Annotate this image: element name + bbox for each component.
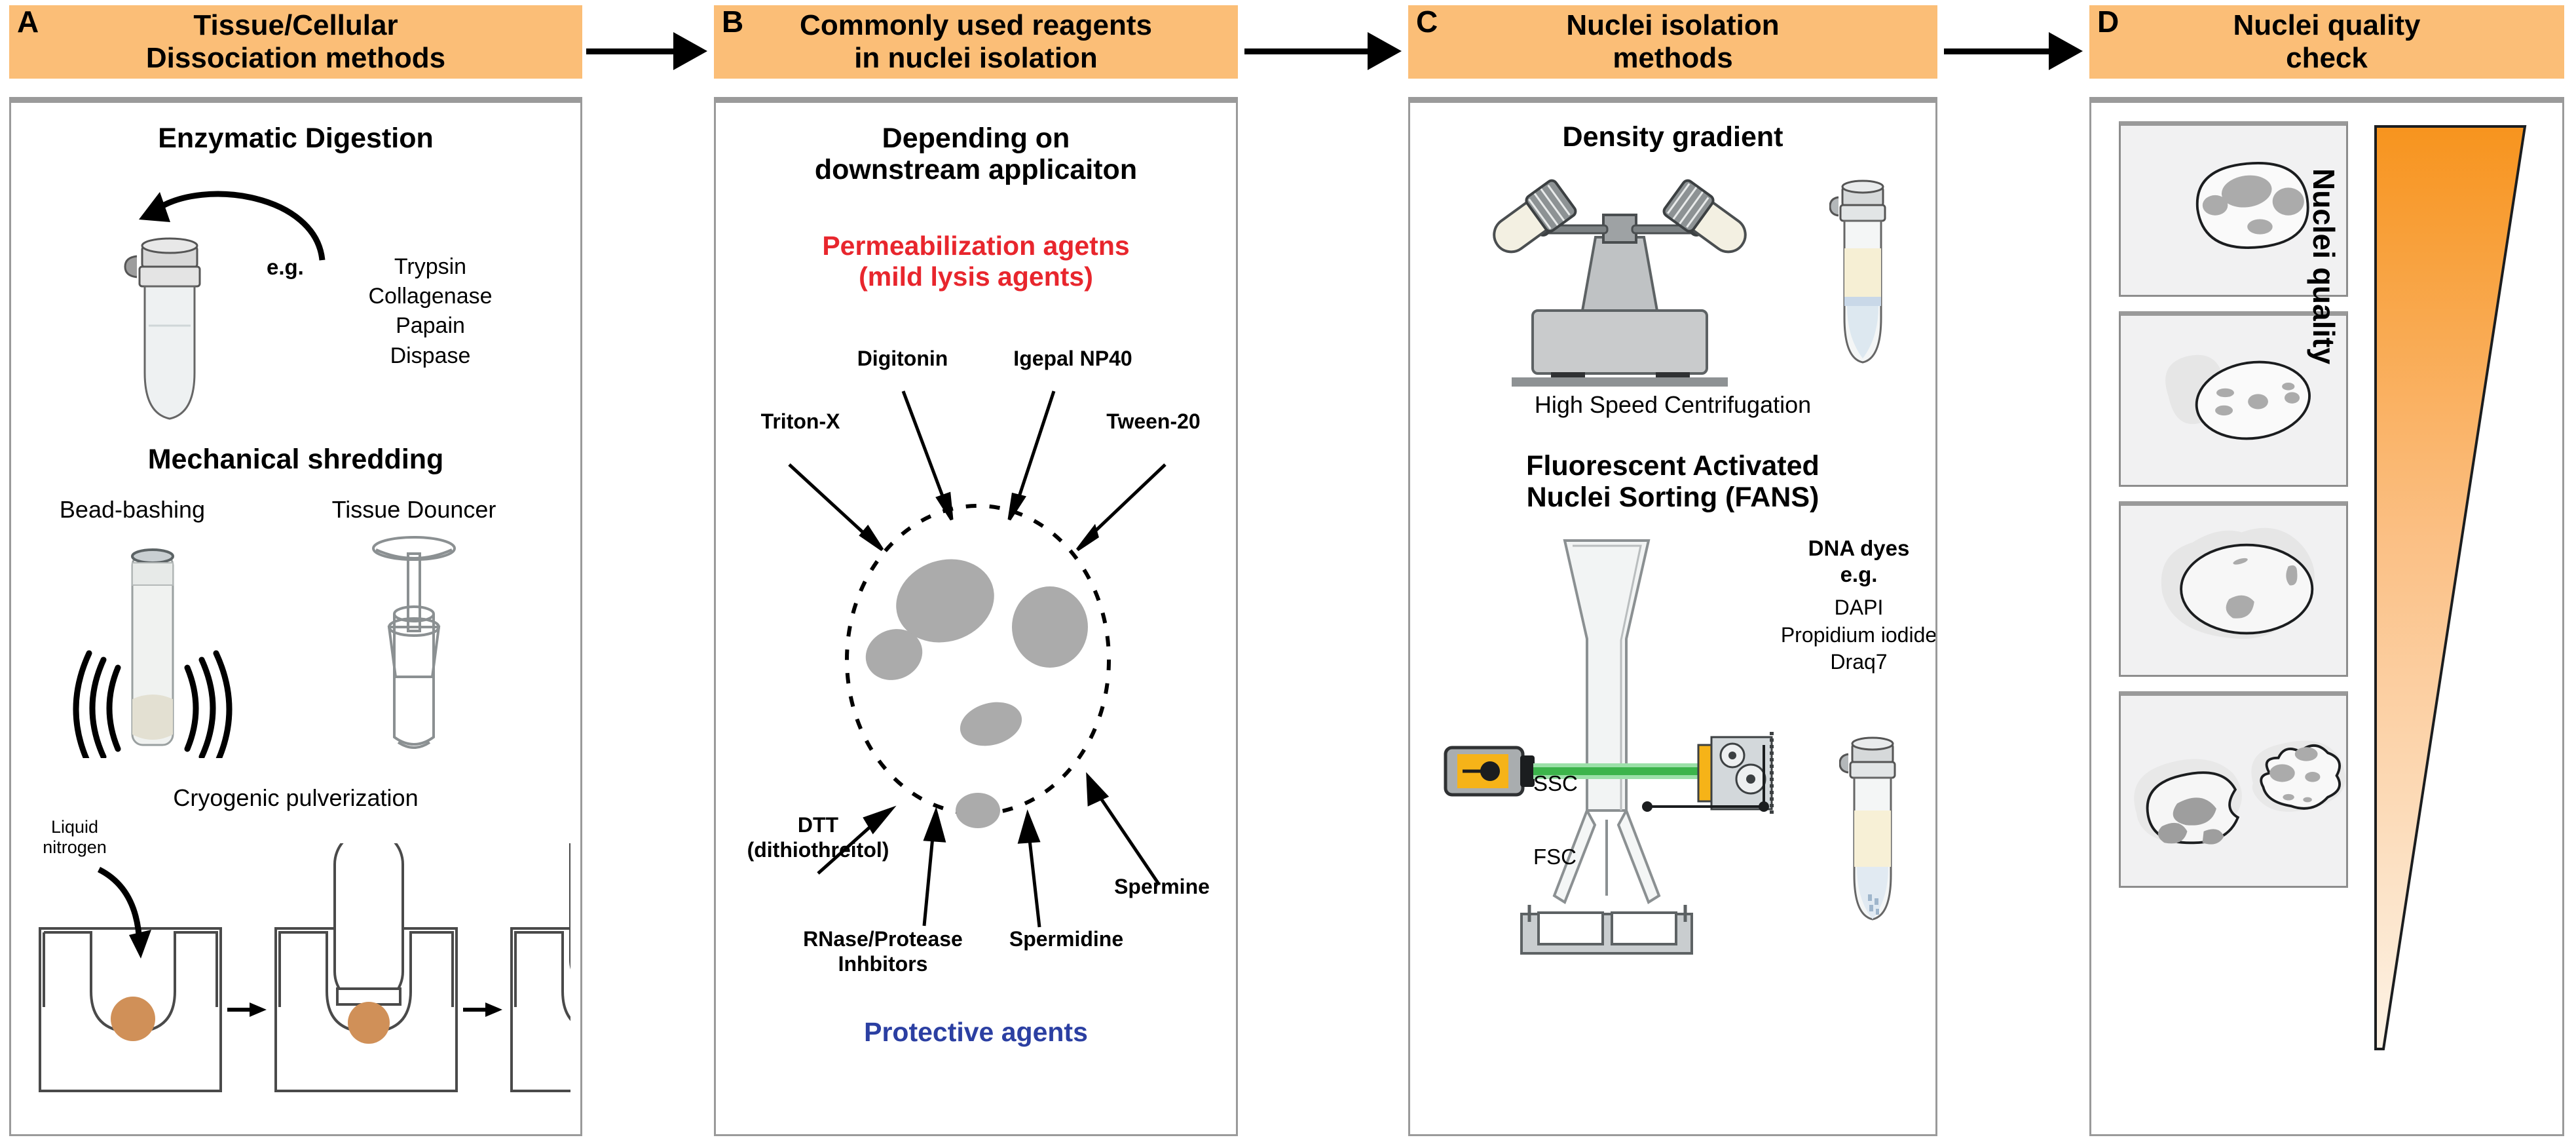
ssc-label: SSC: [1533, 771, 1578, 795]
enzymatic-digestion-title: Enzymatic Digestion: [158, 123, 434, 154]
microcentrifuge-tube-icon: [124, 237, 201, 420]
panel-a-banner: A Tissue/Cellular Dissociation methods: [9, 5, 582, 79]
cryogenic-pulverization-title: Cryogenic pulverization: [173, 784, 419, 811]
panel-a: A Tissue/Cellular Dissociation methods E…: [9, 0, 582, 1144]
cryogenic-pulverization-icon: [39, 843, 570, 1092]
reagent-label-digitonin: Digitonin: [857, 347, 948, 370]
fans-title: Fluorescent Activated Nuclei Sorting (FA…: [1526, 450, 1820, 514]
nucleus-cytoplasmic-halo-icon: [2161, 527, 2315, 639]
panel-b-body: Depending on downstream applicaiton Perm…: [714, 97, 1238, 1136]
panel-a-body: Enzymatic Digestion e.g. Trypsin Collage…: [9, 97, 582, 1136]
panel-c-title: Nuclei isolation methods: [1566, 9, 1780, 74]
tissue-douncer-label: Tissue Douncer: [331, 496, 496, 523]
downstream-application-note: Depending on downstream applicaiton: [814, 123, 1138, 186]
tissue-douncer-icon: [372, 536, 456, 749]
arrow-head-icon: [673, 32, 707, 70]
reagent-label-spermidine: Spermidine: [1009, 927, 1124, 951]
arrow-b-to-c: [1244, 32, 1402, 70]
panel-c-body: Density gradient High Speed Centrifugati…: [1408, 97, 1937, 1136]
reagent-label-tween: Tween-20: [1106, 410, 1201, 433]
panel-b-letter: B: [722, 5, 744, 39]
gradient-tube-icon: [1829, 180, 1886, 364]
arrow-head-icon: [1368, 32, 1402, 70]
panel-a-title: Tissue/Cellular Dissociation methods: [145, 9, 446, 74]
nucleus-slight-debris-icon: [2165, 354, 2311, 440]
reagent-label-triton: Triton-X: [760, 410, 840, 433]
nucleus-intact-icon: [2195, 162, 2309, 249]
flow-cytometer-icon: [1444, 539, 1774, 955]
arrow-shaft: [1944, 48, 2049, 54]
panel-c: C Nuclei isolation methods Density gradi…: [1408, 0, 1937, 1144]
protective-agents-heading: Protective agents: [864, 1017, 1088, 1047]
bead-bashing-icon: [73, 548, 233, 758]
reagent-label-igepal: Igepal NP40: [1013, 347, 1132, 370]
nucleus-damaged-icon: [2134, 740, 2345, 845]
reagent-label-dtt: DTT (dithiothreitol): [747, 813, 889, 862]
enzyme-list: Trypsin Collagenase Papain Dispase: [368, 254, 493, 368]
nuclei-quality-image-1: [2119, 121, 2348, 297]
panel-b-title: Commonly used reagents in nuclei isolati…: [800, 9, 1152, 74]
panel-d-banner: D Nuclei quality check: [2089, 5, 2564, 79]
permeabilization-agents-heading: Permeabilization agetns (mild lysis agen…: [822, 231, 1130, 292]
panel-d-letter: D: [2097, 5, 2119, 39]
nuclei-quality-wedge: [2374, 125, 2527, 1050]
panel-b-banner: B Commonly used reagents in nuclei isola…: [714, 5, 1238, 79]
panel-b: B Commonly used reagents in nuclei isola…: [714, 0, 1238, 1144]
nuclei-quality-image-3: [2119, 501, 2348, 677]
dna-dyes-heading: DNA dyes e.g.: [1808, 536, 1910, 586]
panel-a-letter: A: [17, 5, 39, 39]
panel-d-body: Nuclei quality: [2089, 97, 2564, 1136]
panel-d-title: Nuclei quality check: [2233, 9, 2421, 74]
arrow-shaft: [586, 48, 674, 54]
dna-dyes-list: DAPI Propidium iodide Draq7: [1780, 596, 1937, 674]
reagent-label-spermine: Spermine: [1114, 875, 1210, 898]
arrow-a-to-b: [586, 32, 707, 70]
figure-root: A Tissue/Cellular Dissociation methods E…: [0, 0, 2576, 1144]
panel-c-letter: C: [1416, 5, 1438, 39]
high-speed-centrifugation-label: High Speed Centrifugation: [1534, 391, 1812, 418]
reagent-label-rnase-protease-inhibitors: RNase/Protease Inhbitors: [803, 927, 963, 976]
sorted-nuclei-tube-icon: [1839, 736, 1896, 921]
arrow-c-to-d: [1944, 32, 2083, 70]
panel-d: D Nuclei quality check Nuclei quality: [2089, 0, 2564, 1144]
mechanical-shredding-title: Mechanical shredding: [147, 444, 444, 475]
density-gradient-title: Density gradient: [1562, 121, 1783, 153]
eg-label: e.g.: [267, 255, 304, 279]
nuclei-quality-image-4: [2119, 691, 2348, 888]
arrow-head-icon: [2049, 32, 2083, 70]
arrow-shaft: [1244, 48, 1368, 54]
nuclei-quality-image-2: [2119, 311, 2348, 487]
bead-bashing-label: Bead-bashing: [59, 496, 206, 523]
centrifuge-icon: [1493, 179, 1747, 387]
panel-c-banner: C Nuclei isolation methods: [1408, 5, 1937, 79]
fsc-label: FSC: [1533, 845, 1577, 869]
